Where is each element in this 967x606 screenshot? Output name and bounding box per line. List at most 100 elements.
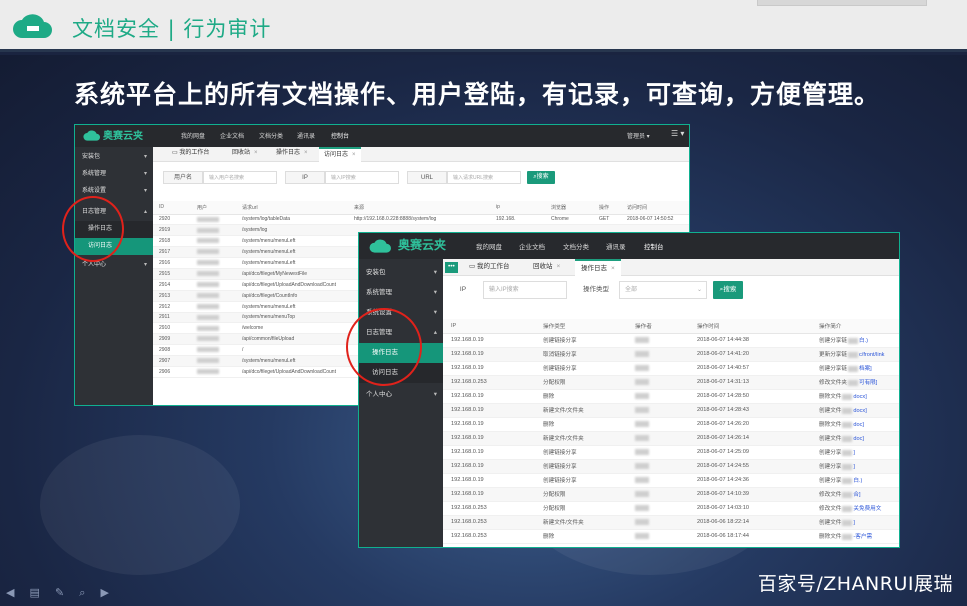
nav-contacts[interactable]: 通讯录 — [606, 241, 626, 251]
table-cell: 2909 — [153, 333, 191, 346]
tab-operation-log[interactable]: 操作日志 × — [271, 147, 313, 162]
summary-link[interactable]: -客户需 — [853, 534, 872, 540]
col-id[interactable]: ID — [153, 201, 191, 215]
table-cell: 创建链接分享 — [535, 445, 627, 460]
sidebar-item-installer[interactable]: 安装包 ▾ — [359, 263, 443, 283]
username-label: 用户名 — [163, 171, 203, 184]
operation-log-screenshot: 奥赛云夹 我的网盘 企业文档 文档分类 通讯录 控制台 安装包 ▾ 系统管理 ▾ 系… — [358, 232, 900, 548]
table-cell: 分配权限 — [535, 501, 627, 516]
summary-link[interactable]: 档案] — [859, 366, 872, 372]
table-cell — [627, 529, 689, 544]
summary-link[interactable]: doc] — [853, 422, 864, 428]
summary-link[interactable]: 可有限] — [859, 380, 877, 386]
col-ip[interactable]: ip — [490, 201, 545, 215]
table-row[interactable]: 192.168.0.253 删除 2018-06-06 18:17:44 删除文件 -客… — [443, 529, 899, 544]
sidebar-item-personal-center[interactable]: 个人中心 ▾ — [359, 385, 443, 405]
col-operation-time[interactable]: 操作时间 — [689, 319, 811, 334]
table-cell — [191, 312, 236, 324]
operation-log-table: IP 操作类型 操作者 操作时间 操作简介 192.168.0.19 创建链接分享… — [443, 319, 899, 544]
summary-link[interactable]: 白.) — [853, 478, 862, 484]
nav-enterprise-docs[interactable]: 企业文档 — [220, 131, 244, 140]
nav-my-disk[interactable]: 我的网盘 — [181, 131, 205, 140]
table-row[interactable]: 192.168.0.19 创建链接分享 2018-06-07 14:24:36 创建分… — [443, 473, 899, 488]
search-button[interactable]: ⌕搜索 — [527, 171, 555, 184]
table-row[interactable]: 192.168.0.19 创建链接分享 2018-06-07 14:40:57 创建分… — [443, 361, 899, 376]
tab-operation-log[interactable]: 操作日志 × — [575, 259, 621, 276]
col-user[interactable]: 用户 — [191, 201, 236, 215]
tab-bar: ••• ▭ 我的工作台 回收站 × 操作日志 × — [443, 259, 899, 276]
col-operation-type[interactable]: 操作类型 — [535, 319, 627, 334]
table-cell: 2915 — [153, 268, 191, 280]
nav-doc-category[interactable]: 文档分类 — [563, 241, 589, 251]
sidebar-item-system-manage[interactable]: 系统管理 ▾ — [75, 166, 153, 183]
table-cell: 192.168.0.19 — [443, 445, 535, 460]
table-row[interactable]: 192.168.0.253 分配权限 2018-06-07 14:31:13 修改文件… — [443, 375, 899, 390]
tab-workbench[interactable]: ▭ 我的工作台 — [167, 147, 214, 162]
nav-console[interactable]: 控制台 — [644, 241, 664, 251]
table-row[interactable]: 192.168.0.19 创建链接分享 2018-06-07 14:44:38 创建分… — [443, 333, 899, 348]
table-cell: 2918 — [153, 235, 191, 248]
ip-input[interactable]: 输入IP搜索 — [325, 171, 399, 184]
search-button[interactable]: ⌕搜索 — [713, 281, 743, 299]
table-cell: 新建文件/文件夹 — [535, 515, 627, 530]
nav-contacts[interactable]: 通讯录 — [297, 131, 315, 140]
col-operation-summary[interactable]: 操作简介 — [811, 319, 899, 334]
summary-link[interactable]: doc] — [853, 436, 864, 442]
tab-menu-button[interactable]: ••• — [445, 262, 458, 273]
summary-link[interactable]: 关免费用文 — [853, 506, 881, 512]
table-row[interactable]: 192.168.0.253 分配权限 2018-06-07 14:03:10 修改文件… — [443, 501, 899, 516]
col-browser[interactable]: 浏览器 — [545, 201, 593, 215]
table-cell: 192.168.0.19 — [443, 473, 535, 488]
summary-link[interactable]: 合] — [853, 492, 860, 498]
table-row[interactable]: 192.168.0.19 取消链接分享 2018-06-07 14:41:20 更新分… — [443, 347, 899, 362]
col-request-url[interactable]: 请求url — [236, 201, 348, 215]
menu-icon[interactable]: ☰ ▾ — [671, 129, 684, 138]
col-operator[interactable]: 操作者 — [627, 319, 689, 334]
operation-type-select[interactable]: 全部 ⌄ — [619, 281, 707, 299]
summary-link[interactable]: ] — [853, 450, 855, 456]
redacted-user — [197, 281, 219, 287]
table-row[interactable]: 192.168.0.253 新建文件/文件夹 2018-06-06 18:22:14… — [443, 515, 899, 530]
table-row[interactable]: 192.168.0.19 创建链接分享 2018-06-07 14:25:09 创建分… — [443, 445, 899, 460]
table-cell: 192.168.0.253 — [443, 529, 535, 544]
sidebar-item-installer[interactable]: 安装包 ▾ — [75, 149, 153, 166]
summary-link[interactable]: c/front/link — [859, 352, 885, 358]
redacted-operator — [635, 448, 649, 455]
nav-doc-category[interactable]: 文档分类 — [259, 131, 283, 140]
col-ip[interactable]: IP — [443, 319, 535, 334]
summary-link[interactable]: ] — [853, 520, 855, 526]
table-cell: 192.168.0.19 — [443, 403, 535, 418]
col-source[interactable]: 来源 — [348, 201, 490, 215]
col-access-time[interactable]: 访问时间 — [621, 201, 689, 215]
table-cell: /api/dco/fileget/CountInfo — [236, 290, 348, 302]
table-cell: Chrome — [545, 214, 593, 226]
tab-access-log[interactable]: 访问日志 × — [319, 147, 361, 162]
summary-text: 创建分享 — [819, 464, 842, 470]
nav-my-disk[interactable]: 我的网盘 — [476, 241, 502, 251]
tab-recycle-bin[interactable]: 回收站 × — [227, 147, 263, 162]
table-row[interactable]: 192.168.0.19 删除 2018-06-07 14:26:20 删除文件 doc… — [443, 417, 899, 432]
nav-console[interactable]: 控制台 — [331, 131, 349, 140]
summary-link[interactable]: ] — [853, 464, 855, 470]
table-row[interactable]: 2920/system/log/tableData http://192.168.… — [153, 214, 689, 226]
ip-input[interactable]: 输入IP搜索 — [483, 281, 567, 299]
summary-link[interactable]: docx] — [853, 408, 866, 414]
summary-link[interactable]: 白.) — [859, 338, 868, 344]
sidebar-item-system-manage[interactable]: 系统管理 ▾ — [359, 283, 443, 303]
user-menu[interactable]: 管理员 ▾ — [627, 131, 650, 140]
table-row[interactable]: 192.168.0.19 分配权限 2018-06-07 14:10:39 修改文件 合… — [443, 487, 899, 502]
table-row[interactable]: 192.168.0.19 新建文件/文件夹 2018-06-07 14:28:43 创… — [443, 403, 899, 418]
summary-link[interactable]: docx] — [853, 394, 866, 400]
username-input[interactable]: 输入用户名搜索 — [203, 171, 277, 184]
table-row[interactable]: 192.168.0.19 删除 2018-06-07 14:28:50 删除文件 doc… — [443, 389, 899, 404]
col-method[interactable]: 操作 — [593, 201, 621, 215]
table-row[interactable]: 192.168.0.19 新建文件/文件夹 2018-06-07 14:26:14 创… — [443, 431, 899, 446]
nav-enterprise-docs[interactable]: 企业文档 — [519, 241, 545, 251]
tab-recycle-bin[interactable]: 回收站 × — [527, 259, 566, 276]
tab-workbench[interactable]: ▭ 我的工作台 — [463, 259, 515, 276]
table-cell: /system/menu/menuLeft — [236, 257, 348, 269]
presentation-toolbar[interactable]: ◀ ▤ ✎ ⌕ ▶ — [6, 586, 115, 600]
url-input[interactable]: 输入请求URL搜索 — [447, 171, 521, 184]
table-cell: /system/menu/menuTop — [236, 312, 348, 324]
table-row[interactable]: 192.168.0.19 创建链接分享 2018-06-07 14:24:55 创建分… — [443, 459, 899, 474]
